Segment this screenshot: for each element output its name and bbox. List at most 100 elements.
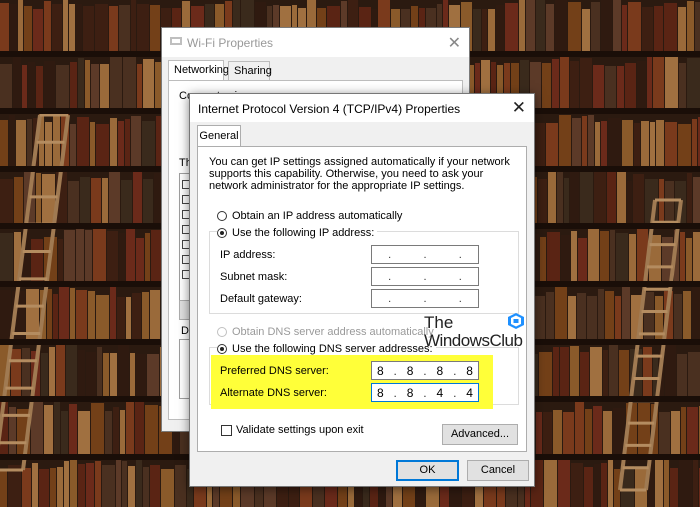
book-spine (526, 0, 535, 51)
ok-button[interactable]: OK (396, 460, 459, 481)
book-spine (132, 293, 141, 339)
book-spine (113, 407, 119, 454)
book-spine (686, 238, 692, 281)
preferred-dns-field[interactable]: 8. 8. 8. 8 (371, 361, 479, 380)
book-spine (488, 9, 495, 51)
book-spine (126, 297, 131, 339)
tab-sharing[interactable]: Sharing (228, 61, 272, 80)
default-gateway-field[interactable]: ... (371, 289, 479, 308)
book-spine (13, 56, 21, 108)
book-spine (634, 123, 640, 166)
obtain-ip-auto-radio[interactable]: Obtain an IP address automatically (217, 210, 402, 222)
close-icon[interactable]: ✕ (448, 33, 461, 53)
book-spine (109, 172, 120, 223)
ip-address-field[interactable]: ... (371, 245, 479, 264)
book-spine (105, 411, 112, 454)
book-spine (622, 287, 630, 339)
book-spine (496, 5, 504, 51)
book-spine (571, 231, 577, 281)
book-spine (52, 4, 62, 51)
book-spine (585, 409, 592, 454)
validate-settings-checkbox[interactable]: Validate settings upon exit (221, 424, 364, 436)
book-spine (560, 56, 569, 108)
book-spine (120, 410, 125, 454)
tab-general[interactable]: General (197, 125, 241, 147)
book-spine (610, 230, 615, 281)
book-spine (57, 467, 63, 507)
book-spine (605, 66, 616, 108)
book-spine (14, 177, 23, 223)
tab-networking[interactable]: Networking (168, 60, 229, 81)
book-spine (126, 229, 135, 281)
ipv4-properties-dialog: Internet Protocol Version 4 (TCP/IPv4) P… (189, 93, 535, 487)
book-spine (555, 286, 567, 339)
book-spine (608, 118, 621, 166)
book-spine (678, 124, 691, 166)
book-spine (110, 118, 117, 166)
use-following-dns-radio[interactable]: Use the following DNS server addresses: (217, 343, 436, 355)
book-spine (61, 411, 68, 454)
book-spine (93, 228, 106, 281)
book-spine (687, 407, 698, 454)
checkbox-icon (221, 424, 232, 436)
book-spine (78, 464, 85, 507)
advanced-button[interactable]: Advanced... (442, 424, 518, 445)
alternate-dns-field[interactable]: 8. 8. 4. 4 (371, 383, 479, 402)
book-spine (692, 119, 697, 166)
use-following-ip-label: Use the following IP address: (232, 227, 375, 239)
book-spine (102, 465, 115, 507)
book-spine (628, 2, 641, 51)
book-spine (0, 3, 9, 51)
book-spine (131, 0, 136, 51)
book-spine (601, 0, 612, 51)
book-spine (76, 229, 84, 281)
book-spine (605, 291, 614, 339)
book-spine (679, 458, 692, 507)
ip-address-label: IP address: (220, 249, 276, 261)
book-spine (0, 233, 13, 281)
book-spine (627, 181, 632, 223)
book-spine (650, 122, 655, 166)
cancel-button[interactable]: Cancel (467, 460, 529, 481)
book-spine (693, 460, 698, 507)
close-icon[interactable]: ✕ (512, 98, 526, 118)
obtain-dns-auto-radio[interactable]: Obtain DNS server address automatically (217, 326, 434, 338)
book-spine (119, 5, 130, 51)
book-spine (102, 178, 108, 223)
book-spine (56, 343, 65, 396)
book-spine (91, 403, 104, 454)
book-spine (145, 405, 158, 454)
book-spine (559, 115, 571, 166)
book-spine (555, 0, 567, 51)
book-spine (96, 124, 109, 166)
book-spine (681, 407, 686, 454)
book-spine (678, 7, 686, 51)
book-spine (142, 292, 149, 339)
book-spine (644, 292, 654, 339)
book-spine (24, 6, 32, 51)
book-spine (563, 412, 574, 454)
book-spine (28, 62, 35, 108)
book-spine (580, 58, 592, 108)
book-spine (145, 233, 150, 281)
book-spine (110, 55, 122, 108)
book-spine (539, 352, 552, 396)
book-spine (680, 232, 685, 281)
book-spine (9, 115, 15, 166)
book-spine (66, 345, 77, 396)
alternate-dns-label: Alternate DNS server: (220, 387, 327, 399)
book-spine (91, 64, 99, 108)
book-spine (671, 411, 680, 454)
use-following-ip-radio[interactable]: Use the following IP address: (217, 227, 378, 239)
subnet-mask-field[interactable]: ... (371, 267, 479, 286)
book-spine (591, 2, 600, 51)
book-spine (95, 461, 101, 507)
book-spine (123, 57, 136, 108)
book-spine (674, 294, 682, 339)
book-spine (593, 406, 602, 454)
windowsclub-logo-icon (508, 313, 524, 329)
book-spine (116, 459, 121, 507)
book-spine (147, 354, 159, 396)
book-spine (69, 4, 75, 51)
book-spine (53, 294, 58, 339)
